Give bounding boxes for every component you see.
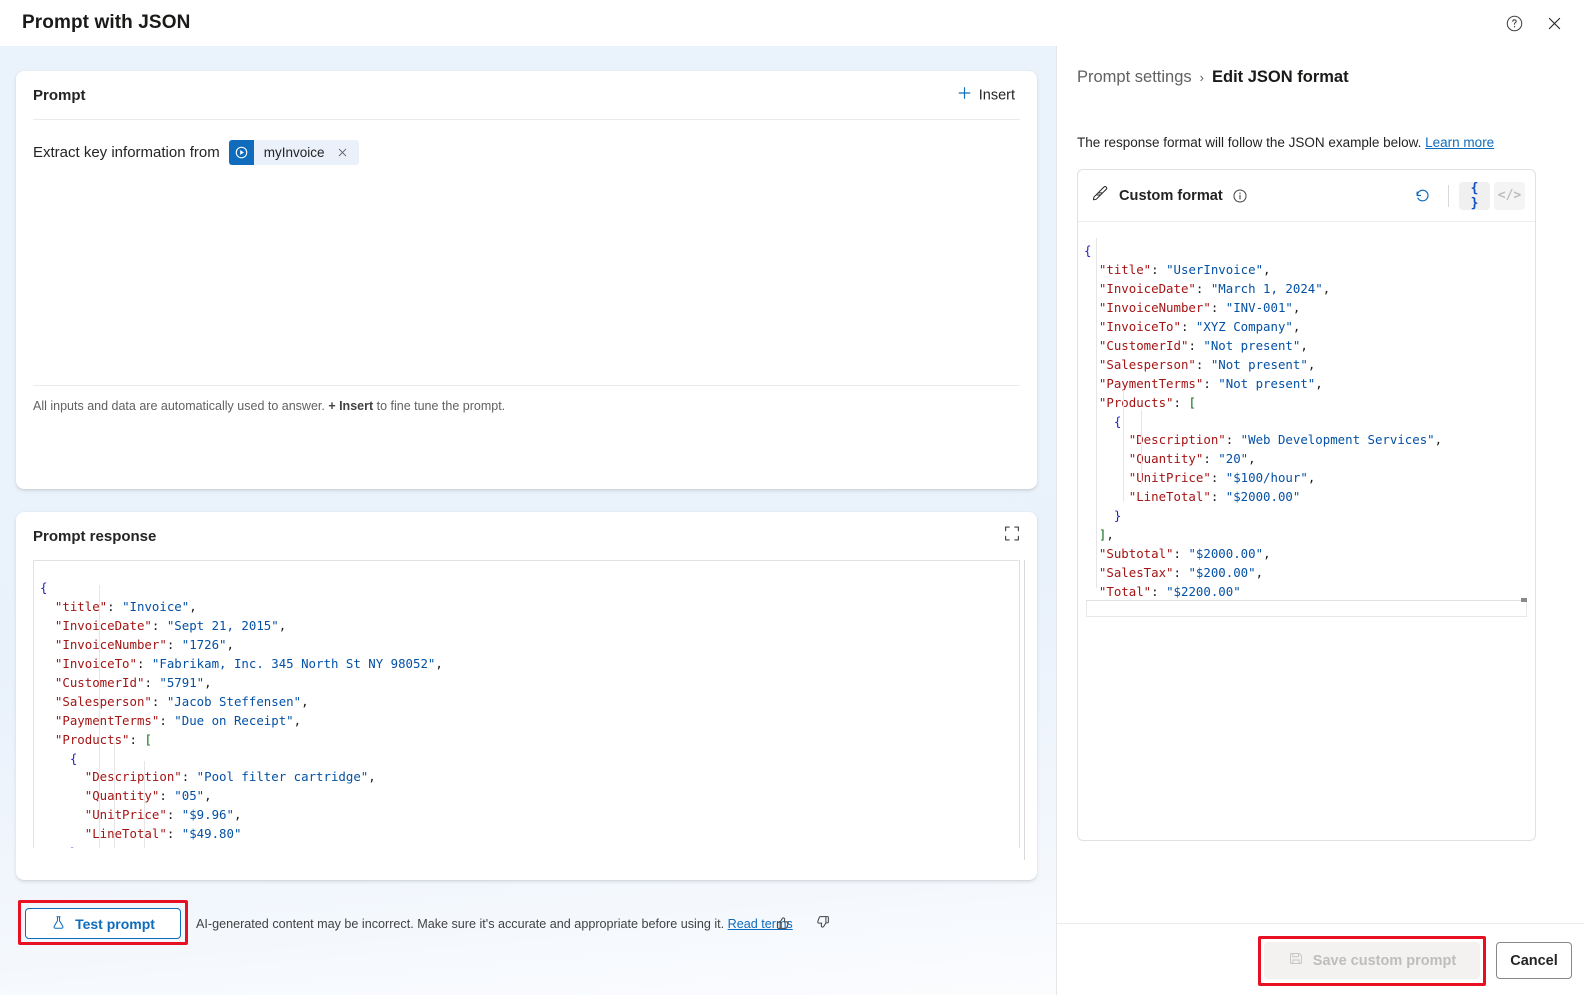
thumbs-down-icon[interactable] — [814, 914, 831, 936]
ai-disclaimer: AI-generated content may be incorrect. M… — [196, 917, 793, 931]
flask-icon — [51, 915, 66, 933]
plus-icon — [957, 86, 972, 105]
insert-button[interactable]: Insert — [949, 81, 1023, 110]
test-prompt-label: Test prompt — [75, 915, 155, 932]
prompt-hint-bold: + Insert — [328, 399, 374, 413]
custom-format-header: Custom format {} </> — [1078, 170, 1535, 222]
scrollbar-thumb[interactable] — [1521, 598, 1527, 602]
prompt-hint: All inputs and data are automatically us… — [16, 386, 1037, 438]
breadcrumb-parent[interactable]: Prompt settings — [1077, 68, 1192, 87]
horizontal-scrollbar[interactable] — [1086, 598, 1527, 617]
dialog-body: Prompt Insert Extract key information fr… — [0, 46, 1584, 995]
left-pane: Prompt Insert Extract key information fr… — [0, 46, 1057, 995]
custom-format-body: { "title": "UserInvoice", "InvoiceDate":… — [1078, 222, 1535, 840]
custom-format-toolbar: { } </> — [1407, 181, 1525, 211]
learn-more-link[interactable]: Learn more — [1425, 135, 1494, 150]
data-source-chip[interactable]: myInvoice — [228, 140, 359, 165]
save-custom-prompt-button[interactable]: Save custom prompt — [1264, 942, 1480, 979]
right-pane: Prompt settings › Edit JSON format The r… — [1057, 46, 1584, 995]
toolbar-divider — [1448, 184, 1449, 207]
prompt-editor[interactable]: Extract key information from myInvoice A… — [16, 120, 1037, 438]
code-view-button[interactable]: </> — [1494, 181, 1525, 210]
feedback-icons — [775, 914, 831, 936]
prompt-card-footer: All inputs and data are automatically us… — [16, 385, 1037, 438]
breadcrumb: Prompt settings › Edit JSON format — [1077, 68, 1349, 87]
format-description-text: The response format will follow the JSON… — [1077, 135, 1426, 150]
test-prompt-button[interactable]: Test prompt — [25, 908, 181, 939]
prompt-card-header: Prompt Insert — [16, 71, 1037, 119]
close-icon[interactable] — [1538, 7, 1570, 39]
save-custom-prompt-label: Save custom prompt — [1312, 952, 1457, 969]
prompt-hint-suffix: to fine tune the prompt. — [373, 399, 506, 413]
chevron-right-icon: › — [1199, 70, 1204, 85]
save-disk-icon — [1288, 951, 1304, 971]
response-pane-separator — [1024, 560, 1025, 860]
prompt-heading: Prompt — [33, 86, 86, 104]
prompt-text-line: Extract key information from myInvoice — [33, 140, 1020, 165]
breadcrumb-current: Edit JSON format — [1211, 68, 1349, 86]
prompt-static-text: Extract key information from — [33, 144, 220, 161]
ai-disclaimer-text: AI-generated content may be incorrect. M… — [196, 917, 728, 931]
close-icon[interactable] — [334, 144, 352, 162]
edit-pen-icon — [1091, 184, 1110, 208]
footer-cancel-button[interactable]: Cancel — [1496, 942, 1572, 979]
prompt-response-card: Prompt response { "title": "Invoice", "I… — [16, 512, 1037, 880]
data-source-icon — [228, 140, 254, 165]
response-json-code: { "title": "Invoice", "InvoiceDate": "Se… — [40, 580, 443, 848]
page-title: Prompt with JSON — [22, 12, 191, 33]
help-circle-icon[interactable] — [1498, 7, 1530, 39]
prompt-card: Prompt Insert Extract key information fr… — [16, 71, 1037, 489]
dialog-titlebar: Prompt with JSON — [0, 0, 1584, 46]
thumbs-up-icon[interactable] — [775, 914, 792, 936]
prompt-hint-prefix: All inputs and data are automatically us… — [33, 399, 329, 413]
custom-format-card: Custom format {} </> {"title": "UserIn… — [1077, 169, 1536, 841]
response-heading: Prompt response — [33, 527, 157, 545]
insert-button-label: Insert — [978, 87, 1015, 103]
braces-view-button[interactable]: { } — [1459, 181, 1490, 211]
custom-format-json-code: { "title": "UserInvoice", "InvoiceDate":… — [1084, 243, 1443, 599]
info-icon[interactable] — [1232, 188, 1248, 204]
reset-arrow-icon[interactable] — [1407, 182, 1438, 210]
expand-icon[interactable] — [1004, 526, 1020, 547]
response-card-header: Prompt response — [16, 512, 1037, 560]
response-json-viewer[interactable]: { "title": "Invoice", "InvoiceDate": "Se… — [33, 560, 1020, 848]
format-description: The response format will follow the JSON… — [1077, 135, 1494, 150]
custom-format-json-editor[interactable]: { "title": "UserInvoice", "InvoiceDate":… — [1078, 222, 1535, 600]
titlebar-actions — [1498, 0, 1570, 46]
custom-format-title: Custom format — [1119, 187, 1223, 204]
data-source-chip-label: myInvoice — [263, 145, 325, 160]
